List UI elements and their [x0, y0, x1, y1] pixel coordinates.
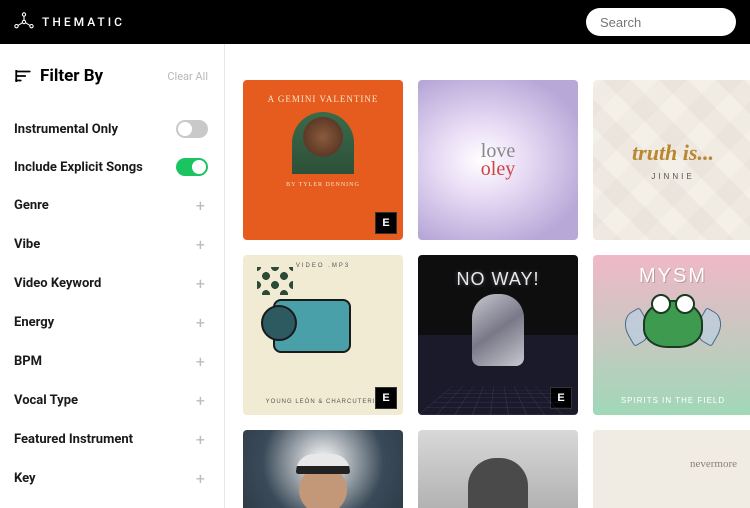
logo-icon — [14, 12, 34, 32]
album-title: nevermore — [690, 458, 737, 470]
header: THEMATIC — [0, 0, 750, 44]
album-artist: BY TYLER DENNING — [243, 182, 403, 188]
album-card[interactable] — [418, 430, 578, 508]
album-card[interactable]: MYSM SPIRITS IN THE FIELD — [593, 255, 750, 415]
filter-key[interactable]: Key+ — [14, 459, 208, 498]
explicit-badge: E — [550, 387, 572, 409]
album-title: NO WAY! — [418, 255, 578, 290]
instrumental-toggle[interactable] — [176, 120, 208, 138]
filter-genre[interactable]: Genre+ — [14, 186, 208, 225]
filter-sidebar: Filter By Clear All Instrumental Only In… — [0, 44, 225, 508]
figure-art — [468, 458, 528, 508]
toggle-explicit: Include Explicit Songs — [14, 148, 208, 186]
brand-logo[interactable]: THEMATIC — [14, 12, 125, 32]
album-artist: JINNIE — [651, 172, 694, 181]
filter-bpm[interactable]: BPM+ — [14, 342, 208, 381]
album-card[interactable]: nevermore — [593, 430, 750, 508]
album-card[interactable] — [243, 430, 403, 508]
plus-icon: + — [193, 430, 208, 449]
filter-featured-instrument[interactable]: Featured Instrument+ — [14, 420, 208, 459]
face-art — [299, 466, 347, 508]
album-grid: A GEMINI VALENTINE BY TYLER DENNING E lo… — [225, 44, 750, 508]
album-card[interactable]: NO WAY! E — [418, 255, 578, 415]
plus-icon: + — [193, 313, 208, 332]
explicit-badge: E — [375, 212, 397, 234]
frog-art — [643, 300, 703, 348]
album-title: love oley — [481, 142, 515, 178]
filter-title: Filter By — [14, 66, 103, 86]
album-card[interactable]: A GEMINI VALENTINE BY TYLER DENNING E — [243, 80, 403, 240]
plus-icon: + — [193, 235, 208, 254]
filter-energy[interactable]: Energy+ — [14, 303, 208, 342]
album-top-text: VIDEO .MP3 — [296, 263, 350, 269]
filter-vocal-type[interactable]: Vocal Type+ — [14, 381, 208, 420]
search-input[interactable] — [600, 15, 722, 30]
clear-all[interactable]: Clear All — [167, 70, 208, 83]
toggle-label: Instrumental Only — [14, 122, 118, 137]
filter-icon — [14, 67, 32, 85]
album-card[interactable]: truth is... JINNIE — [593, 80, 750, 240]
album-art — [292, 112, 354, 174]
brand-name: THEMATIC — [42, 15, 125, 29]
plus-icon: + — [193, 352, 208, 371]
album-title: A GEMINI VALENTINE — [243, 80, 403, 104]
plus-icon: + — [193, 469, 208, 488]
camera-art — [273, 299, 351, 353]
album-subtitle: SPIRITS IN THE FIELD — [593, 396, 750, 405]
figure-art — [472, 294, 524, 366]
album-artist: YOUNG LEÓN & CHARCUTERIE — [266, 399, 381, 405]
filter-vibe[interactable]: Vibe+ — [14, 225, 208, 264]
explicit-toggle[interactable] — [176, 158, 208, 176]
album-card[interactable]: VIDEO .MP3 YOUNG LEÓN & CHARCUTERIE E — [243, 255, 403, 415]
filter-video-keyword[interactable]: Video Keyword+ — [14, 264, 208, 303]
explicit-badge: E — [375, 387, 397, 409]
album-title: truth is... — [632, 140, 714, 166]
leaf-art — [257, 267, 293, 295]
toggle-label: Include Explicit Songs — [14, 160, 143, 175]
search-box[interactable] — [586, 8, 736, 36]
plus-icon: + — [193, 274, 208, 293]
toggle-instrumental: Instrumental Only — [14, 110, 208, 148]
filter-song-length[interactable]: Song Length+ — [14, 498, 208, 508]
album-card[interactable]: love oley — [418, 80, 578, 240]
plus-icon: + — [193, 196, 208, 215]
plus-icon: + — [193, 391, 208, 410]
album-title: MYSM — [593, 255, 750, 288]
